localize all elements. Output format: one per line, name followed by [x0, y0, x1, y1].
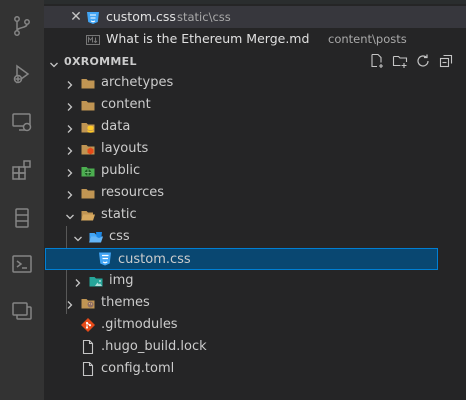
tree-item-label: data [101, 119, 131, 134]
close-icon[interactable]: ✕ [70, 6, 82, 28]
tree-item-label: themes [101, 295, 150, 310]
tree-item-resources[interactable]: resources [44, 182, 466, 204]
tree-item-label: public [101, 163, 141, 178]
tree-item-label: .gitmodules [101, 317, 178, 332]
markdown-file-icon [86, 32, 100, 46]
folder-open-icon [80, 207, 96, 223]
extensions-icon[interactable] [0, 148, 44, 192]
open-editor-path: static\css [177, 10, 231, 24]
open-editor-path: content\posts [328, 32, 407, 46]
database-icon[interactable] [0, 196, 44, 240]
tree-item-css[interactable]: css [44, 226, 466, 248]
file-icon [80, 339, 96, 355]
tree-item-label: img [109, 273, 134, 288]
tree-item-public[interactable]: public [44, 160, 466, 182]
collapse-all-icon[interactable] [438, 53, 454, 69]
chevron-right-icon [64, 165, 76, 177]
run-debug-icon[interactable] [0, 52, 44, 96]
chevron-down-icon [48, 56, 60, 68]
tree-item-custom-css[interactable]: custom.css [45, 248, 438, 270]
chevron-down-icon [72, 231, 84, 243]
chevron-right-icon [64, 77, 76, 89]
new-file-icon[interactable] [369, 53, 385, 69]
tree-item-label: static [101, 207, 137, 222]
tree-item-hugo-build-lock[interactable]: .hugo_build.lock [44, 336, 466, 358]
folder-icon [80, 75, 96, 91]
open-editor-item[interactable]: ✕ custom.css static\css [44, 6, 466, 28]
refresh-icon[interactable] [415, 53, 431, 69]
chevron-right-icon [64, 99, 76, 111]
file-icon [80, 361, 96, 377]
tree-item-gitmodules[interactable]: .gitmodules [44, 314, 466, 336]
tree-item-archetypes[interactable]: archetypes [44, 72, 466, 94]
layers-icon[interactable] [0, 290, 44, 334]
git-icon [80, 317, 96, 333]
tree-item-content[interactable]: content [44, 94, 466, 116]
chevron-right-icon [64, 121, 76, 133]
chevron-right-icon [64, 297, 76, 309]
chevron-right-icon [64, 187, 76, 199]
themes-folder-icon [80, 295, 96, 311]
tree-item-config-toml[interactable]: config.toml [44, 358, 466, 380]
chevron-right-icon [64, 143, 76, 155]
activity-bar [0, 0, 44, 400]
public-folder-icon [80, 163, 96, 179]
folder-icon [80, 185, 96, 201]
terminal-icon[interactable] [0, 242, 44, 286]
folder-icon [80, 97, 96, 113]
data-folder-icon [80, 119, 96, 135]
chevron-right-icon [72, 275, 84, 287]
tree-item-label: resources [101, 185, 165, 200]
tree-item-label: custom.css [118, 252, 191, 267]
tree-item-layouts[interactable]: layouts [44, 138, 466, 160]
image-folder-icon [88, 273, 104, 289]
layouts-folder-icon [80, 141, 96, 157]
tree-item-label: content [101, 97, 151, 112]
open-editor-filename: What is the Ethereum Merge.md [106, 31, 310, 46]
tree-item-static[interactable]: static [44, 204, 466, 226]
open-editor-filename: custom.css [106, 9, 176, 24]
chevron-down-icon [64, 209, 76, 221]
explorer-sidebar: ✕ custom.css static\css What is the Ethe… [44, 0, 466, 400]
source-control-icon[interactable] [0, 4, 44, 48]
tree-item-label: .hugo_build.lock [101, 339, 207, 354]
new-folder-icon[interactable] [392, 53, 408, 69]
tree-item-label: css [109, 229, 130, 244]
explorer-folder-header[interactable]: 0XROMMEL [44, 50, 466, 74]
tree-item-label: config.toml [101, 361, 175, 376]
tree-item-data[interactable]: data [44, 116, 466, 138]
vscode-window: ✕ custom.css static\css What is the Ethe… [0, 0, 466, 400]
css-folder-open-icon [88, 229, 104, 245]
tree-item-themes[interactable]: themes [44, 292, 466, 314]
open-editors-section: ✕ custom.css static\css What is the Ethe… [44, 0, 466, 50]
tree-item-label: archetypes [101, 75, 174, 90]
explorer-actions [369, 53, 454, 71]
open-editor-item[interactable]: What is the Ethereum Merge.md content\po… [44, 28, 466, 50]
workspace-title: 0XROMMEL [64, 55, 137, 68]
tree-item-img[interactable]: img [44, 270, 466, 292]
open-editors-clipped-row [44, 0, 466, 4]
tree-item-label: layouts [101, 141, 149, 156]
remote-explorer-icon[interactable] [0, 100, 44, 144]
css-file-icon [97, 251, 113, 267]
file-tree: archetypes content data layouts public r… [44, 72, 466, 400]
css-file-icon [86, 10, 100, 24]
